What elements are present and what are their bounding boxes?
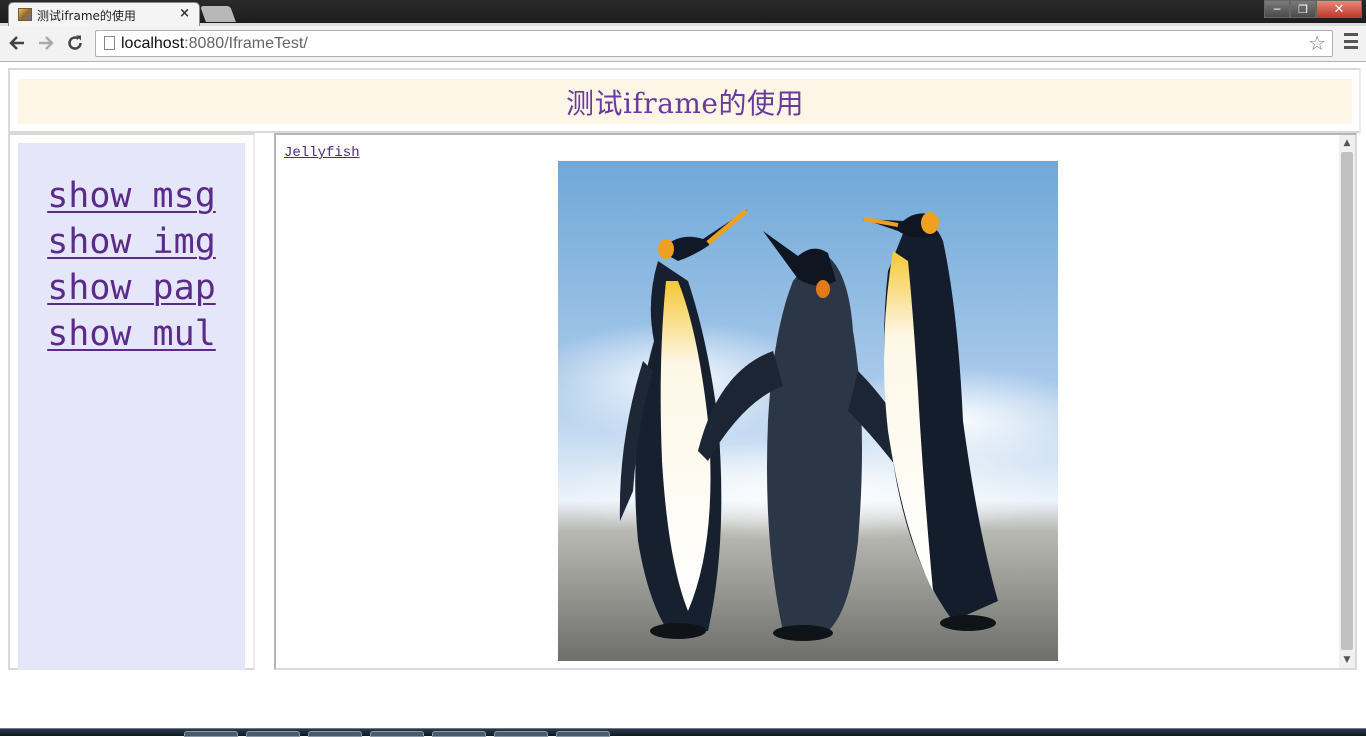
tab-title: 测试iframe的使用 bbox=[37, 9, 136, 23]
show-img-link[interactable]: show img bbox=[47, 219, 216, 265]
forward-arrow-icon[interactable] bbox=[35, 32, 57, 54]
reload-icon[interactable] bbox=[64, 32, 86, 54]
url-host: localhost bbox=[121, 35, 185, 52]
taskbar-item[interactable] bbox=[432, 731, 486, 737]
taskbar-item[interactable] bbox=[308, 731, 362, 737]
scroll-thumb[interactable] bbox=[1341, 152, 1353, 650]
show-pap-link[interactable]: show pap bbox=[47, 265, 216, 311]
browser-tab[interactable]: 测试iframe的使用 × bbox=[8, 2, 200, 26]
page-viewport: 测试iframe的使用 show msg show img show pap s… bbox=[0, 62, 1366, 728]
taskbar-item[interactable] bbox=[184, 731, 238, 737]
url-text[interactable]: localhost:8080/IframeTest/ bbox=[121, 35, 308, 53]
taskbar-item[interactable] bbox=[246, 731, 300, 737]
top-frame: 测试iframe的使用 bbox=[8, 68, 1361, 133]
back-arrow-icon[interactable] bbox=[6, 32, 28, 54]
show-mul-link[interactable]: show mul bbox=[47, 311, 216, 357]
bookmark-star-icon[interactable]: ☆ bbox=[1308, 31, 1326, 55]
left-frame: show msg show img show pap show mul bbox=[8, 133, 255, 670]
favicon-icon bbox=[18, 8, 32, 21]
header-banner: 测试iframe的使用 bbox=[18, 79, 1352, 124]
main-iframe: Jellyfish ▲ ▼ bbox=[274, 133, 1357, 670]
os-taskbar bbox=[0, 728, 1366, 737]
taskbar-item[interactable] bbox=[370, 731, 424, 737]
page-icon bbox=[104, 36, 115, 50]
new-tab-button[interactable] bbox=[200, 6, 236, 22]
window-titlebar: 测试iframe的使用 × ─ ❐ ✕ bbox=[0, 0, 1366, 26]
show-msg-link[interactable]: show msg bbox=[47, 173, 216, 219]
hamburger-menu-icon[interactable] bbox=[1344, 33, 1358, 49]
nav-panel: show msg show img show pap show mul bbox=[18, 143, 245, 670]
taskbar-item[interactable] bbox=[494, 731, 548, 737]
window-controls: ─ ❐ ✕ bbox=[1264, 0, 1362, 18]
address-bar[interactable]: localhost:8080/IframeTest/ ☆ bbox=[95, 30, 1333, 57]
jellyfish-link[interactable]: Jellyfish bbox=[284, 145, 360, 161]
browser-toolbar: localhost:8080/IframeTest/ ☆ bbox=[0, 26, 1366, 62]
scroll-down-arrow-icon[interactable]: ▼ bbox=[1339, 652, 1355, 668]
page-title: 测试iframe的使用 bbox=[565, 86, 805, 120]
tab-close-icon[interactable]: × bbox=[179, 6, 190, 21]
penguins-image bbox=[558, 161, 1058, 661]
vertical-scrollbar[interactable]: ▲ ▼ bbox=[1339, 135, 1355, 668]
url-path: :8080/IframeTest/ bbox=[184, 35, 308, 52]
taskbar-item[interactable] bbox=[556, 731, 610, 737]
minimize-button[interactable]: ─ bbox=[1264, 0, 1290, 18]
close-window-button[interactable]: ✕ bbox=[1316, 0, 1362, 18]
restore-button[interactable]: ❐ bbox=[1290, 0, 1316, 18]
scroll-up-arrow-icon[interactable]: ▲ bbox=[1339, 135, 1355, 151]
